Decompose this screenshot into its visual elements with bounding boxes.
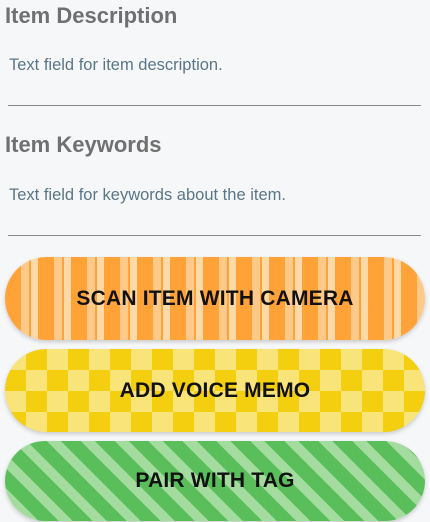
add-voice-memo-button[interactable]: ADD VOICE MEMO	[5, 349, 425, 432]
item-description-field[interactable]: Text field for item description.	[8, 56, 421, 106]
pair-with-tag-button[interactable]: PAIR WITH TAG	[5, 441, 425, 521]
item-description-title: Item Description	[5, 3, 178, 28]
scan-item-with-camera-button[interactable]: SCAN ITEM WITH CAMERA	[5, 257, 425, 340]
pair-with-tag-label: PAIR WITH TAG	[135, 469, 295, 492]
item-description-placeholder: Text field for item description.	[9, 56, 223, 74]
item-keywords-field[interactable]: Text field for keywords about the item.	[8, 186, 421, 236]
item-keywords-title: Item Keywords	[5, 132, 162, 157]
item-keywords-placeholder: Text field for keywords about the item.	[9, 186, 286, 204]
scan-item-label: SCAN ITEM WITH CAMERA	[76, 286, 354, 310]
add-voice-memo-label: ADD VOICE MEMO	[119, 378, 311, 402]
